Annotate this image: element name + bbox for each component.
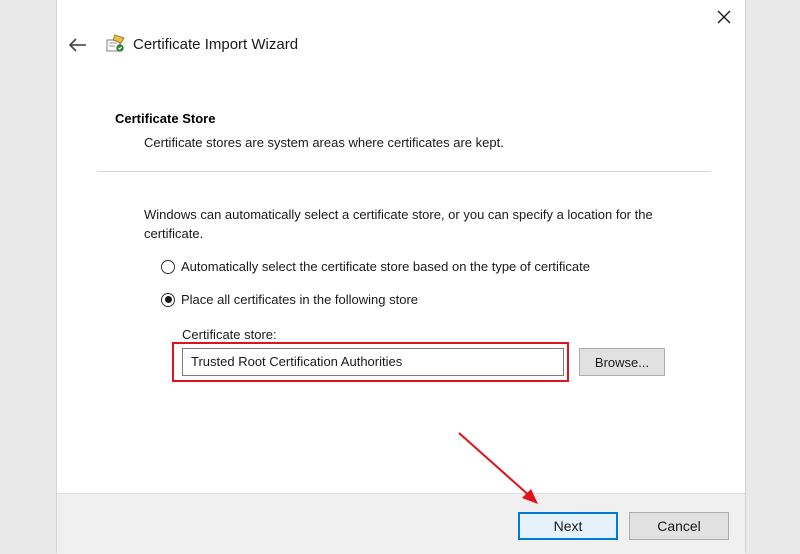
- radio-auto-select[interactable]: Automatically select the certificate sto…: [161, 259, 590, 274]
- cancel-button[interactable]: Cancel: [629, 512, 729, 540]
- annotation-highlight-box: [172, 342, 569, 382]
- radio-place-label: Place all certificates in the following …: [181, 292, 419, 307]
- certificate-wizard-icon: [106, 34, 125, 52]
- section-heading: Certificate Store: [115, 111, 216, 126]
- certificate-store-label: Certificate store:: [182, 327, 277, 342]
- radio-selected-dot: [164, 296, 172, 303]
- browse-button[interactable]: Browse...: [579, 348, 665, 376]
- radio-button-place[interactable]: [161, 292, 175, 307]
- wizard-footer: Next Cancel: [57, 493, 745, 554]
- radio-button-auto[interactable]: [161, 259, 175, 274]
- next-button[interactable]: Next: [518, 512, 618, 540]
- back-button[interactable]: [65, 32, 91, 58]
- wizard-window: Certificate Import Wizard Certificate St…: [56, 0, 746, 554]
- section-description: Certificate stores are system areas wher…: [144, 135, 504, 150]
- window-title: Certificate Import Wizard: [133, 36, 299, 53]
- header-separator: [97, 171, 711, 172]
- close-icon: [717, 10, 731, 24]
- radio-auto-label: Automatically select the certificate sto…: [181, 259, 590, 274]
- back-arrow-icon: [69, 38, 86, 52]
- radio-place-in-store[interactable]: Place all certificates in the following …: [161, 292, 418, 307]
- intro-text: Windows can automatically select a certi…: [144, 207, 653, 241]
- close-button[interactable]: [709, 2, 739, 32]
